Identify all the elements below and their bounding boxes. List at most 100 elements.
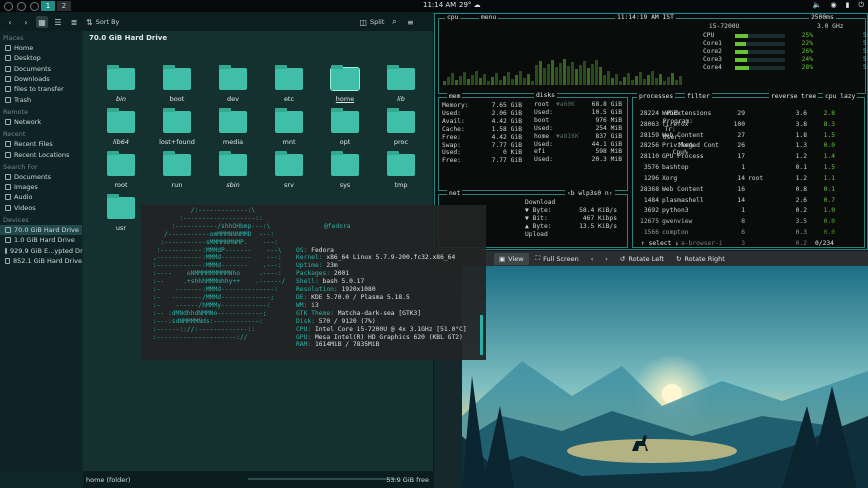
volume-icon[interactable]: 🔈 [813,1,822,10]
previous-button[interactable]: ‹ [586,253,599,265]
process-row[interactable]: 28063 firefox 100 3.8 8.3 [637,121,862,132]
app-icon[interactable] [30,1,39,11]
search-icon[interactable]: ⌕ [388,16,400,28]
process-row[interactable]: 3692 python3 1 0.2 1.0 [637,207,862,218]
menu-label[interactable]: menu [479,14,499,21]
next-button[interactable]: › [600,253,613,265]
interval-label[interactable]: 2500ms [809,14,836,21]
folder-icon [331,151,359,176]
tree-label[interactable]: tree [799,93,819,100]
folder-item[interactable]: bin [99,65,143,112]
compact-view-button[interactable]: ☰ [52,16,64,28]
battery-icon[interactable]: ▮ [846,1,850,10]
mem-value: 2.06 GiB [491,109,522,117]
process-row[interactable]: 28110 GPU Process 17 1.2 1.4 [637,153,862,164]
folder-item[interactable]: tmp [379,151,423,198]
folder-item[interactable]: media [211,108,255,155]
sidebar-item-devices[interactable]: 929.9 GiB E...ypted Dri [0,245,85,255]
sidebar-item-recent[interactable]: Recent Locations [0,149,82,159]
app-icon[interactable] [4,1,13,11]
cpu-lazy-label[interactable]: cpu lazy [823,93,858,100]
process-row[interactable]: 3576 bashtop 1 0.1 1.5 [637,164,862,175]
sidebar-item-search[interactable]: Videos [0,203,82,213]
folder-item[interactable]: sbin [211,151,255,198]
folder-item[interactable]: dev [211,65,255,112]
folder-item[interactable]: run [155,151,199,198]
folder-item[interactable]: home [323,65,367,112]
fullscreen-label: Full Screen [543,254,579,263]
workspace-1[interactable]: 1 [41,1,55,11]
folder-item[interactable]: etc [267,65,311,112]
sidebar-item-places[interactable]: Trash [0,94,82,104]
sidebar-item-search[interactable]: Images [0,182,82,192]
app-icon[interactable] [17,1,26,11]
sidebar-item-places[interactable]: files to transfer [0,84,82,94]
process-thr: 8 [741,218,745,226]
sort-button[interactable]: ⇅ Sort By [86,16,119,28]
folder-item[interactable]: mnt [267,108,311,155]
rotate-right-button[interactable]: ↻ Rotate Right [671,253,730,265]
clock[interactable]: 11:14 AM [423,1,456,9]
sidebar-item-search[interactable]: Documents [0,172,82,182]
sidebar-item-devices[interactable]: 852.1 GiB Hard Drive [0,256,82,266]
sidebar-item-places[interactable]: Home [0,43,82,53]
sidebar-item-search[interactable]: Audio [0,192,82,202]
process-pid: 1484 [643,196,659,204]
folder-item[interactable]: proc [379,108,423,155]
folder-item[interactable]: lib64 [99,108,143,155]
process-row[interactable]: 28159 Web Content 27 1.8 1.5 [637,132,862,143]
sidebar-item-places[interactable]: Desktop [0,53,82,63]
net-iface[interactable]: ‹b wlp3s0 n› [565,190,615,197]
folder-item[interactable]: lost+found [155,108,199,155]
process-row[interactable]: 28368 Web Content 16 0.8 0.1 [637,186,862,197]
sidebar-item-devices[interactable]: 1.0 GiB Hard Drive [0,235,82,245]
info-line: GPU: Mesa Intel(R) HD Graphics 620 (KBL … [296,334,467,342]
network-icon[interactable]: ◉ [830,1,836,10]
sidebar-item-places[interactable]: Documents [0,64,82,74]
sidebar-item-devices[interactable]: 70.0 GiB Hard Drive [0,224,82,236]
filter-label[interactable]: filter [685,93,712,100]
folder-item[interactable]: opt [323,108,367,155]
neofetch-terminal[interactable]: /:-------------:\ :-------------------::… [141,205,486,360]
workspace-2[interactable]: 2 [57,1,71,11]
process-row[interactable]: 1566 compton 6 0.3 0.0 [637,229,862,240]
icon-view-button[interactable]: ▦ [36,16,48,28]
mem-key: Free: [442,133,461,141]
fullscreen-button[interactable]: ⛶ Full Screen [531,253,584,265]
sidebar-item-places[interactable]: Downloads [0,74,82,84]
rotate-left-button[interactable]: ↺ Rotate Left [615,253,669,265]
folder-item[interactable]: usr [99,194,143,241]
folder-item[interactable]: srv [267,151,311,198]
sidebar-item-remote[interactable]: Network [0,117,82,127]
view-button[interactable]: ▣ View [494,252,529,265]
process-row[interactable]: 1296 Xorg 14 root 1.2 1.1 [637,175,862,186]
power-icon[interactable]: ⏻ [858,1,864,10]
folder-item[interactable]: root [99,151,143,198]
forward-button[interactable]: › [20,16,32,28]
folder-item[interactable]: boot [155,65,199,112]
process-row[interactable]: 28256 Privileged Cont 26 1.3 0.0 [637,142,862,153]
processes-label[interactable]: processes [637,93,676,100]
process-row[interactable]: 28224 WebExtensions 29 3.6 2.8 [637,110,862,121]
menu-icon[interactable]: ≡ [404,16,416,28]
bashtop-terminal[interactable]: cpu menu 11:14:19 AM IST 2500ms i5-7200U… [434,13,868,268]
cpu-graph-bar [539,61,542,85]
detail-view-button[interactable]: ≣ [68,16,80,28]
weather[interactable]: 29° ☁ [459,1,481,9]
info-line: Disk: 570 / 9120 (7%) [296,318,467,326]
sidebar-item-recent[interactable]: Recent Files [0,139,82,149]
reverse-label[interactable]: reverse [769,93,800,100]
process-row[interactable]: 12675 gwenview 8 3.5 0.0 [637,218,862,229]
split-button[interactable]: ◫ Split [359,16,384,28]
process-cpu: 0.1 [823,185,835,193]
disk-io [556,148,582,156]
select-label[interactable]: ↑ select ↓ [639,240,681,247]
zoom-slider[interactable] [248,475,452,482]
folder-label: tmp [394,181,408,189]
cpu-graph-bar [455,80,458,85]
back-button[interactable]: ‹ [4,16,16,28]
process-row[interactable]: 1484 plasmashell 14 2.6 0.7 [637,197,862,208]
terminal-scrollbar[interactable] [480,315,483,355]
folder-item[interactable]: lib [379,65,423,112]
folder-item[interactable]: sys [323,151,367,198]
